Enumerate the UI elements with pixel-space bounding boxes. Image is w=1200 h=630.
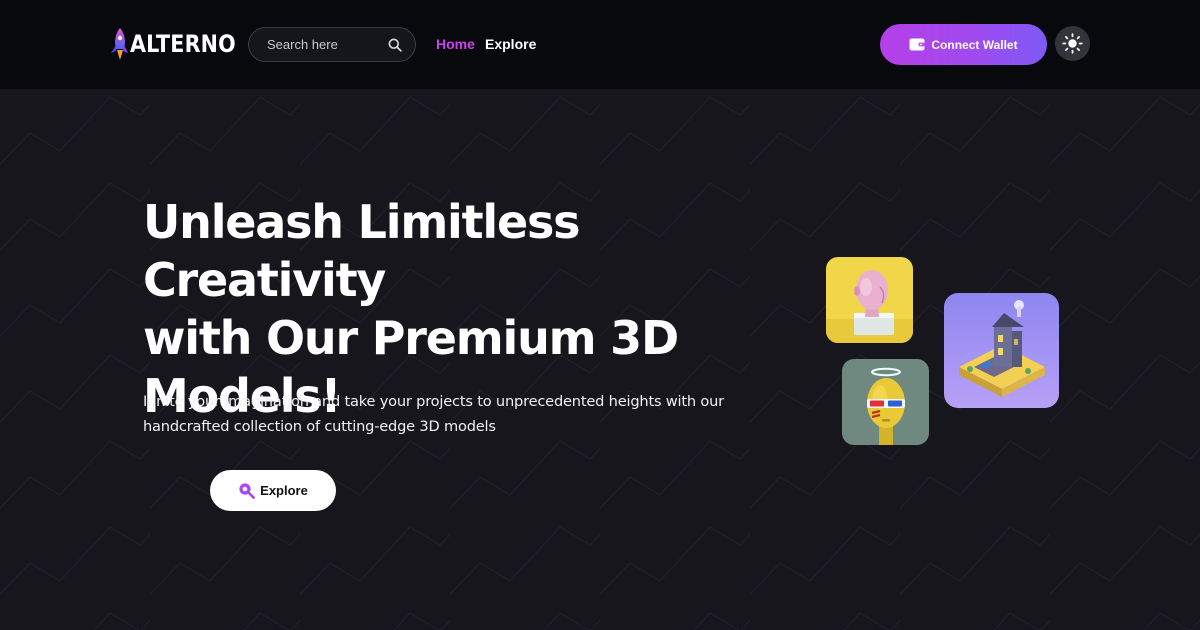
brand-logo[interactable]: ALTERNO — [110, 26, 253, 62]
connect-wallet-label: Connect Wallet — [931, 37, 1018, 52]
hero-subtitle: Ignite your imagination and take your pr… — [143, 389, 733, 439]
theme-toggle-button[interactable] — [1055, 26, 1090, 61]
model-card-robot[interactable] — [842, 359, 929, 445]
search-box[interactable] — [248, 27, 416, 62]
rocket-logo-icon — [111, 28, 128, 60]
isometric-tower-image — [944, 293, 1059, 408]
brand-name: ALTERNO — [130, 30, 236, 58]
robot-head-image — [842, 359, 929, 445]
model-card-tower[interactable] — [944, 293, 1059, 408]
explore-search-icon — [239, 483, 256, 499]
hero-title-line: with Our Premium 3D — [143, 311, 679, 365]
hero-subtitle-line: handcrafted collection of cutting-edge 3… — [143, 418, 496, 435]
hero-section: Unleash Limitless Creativity with Our Pr… — [0, 89, 1200, 630]
explore-button-label: Explore — [260, 483, 308, 498]
connect-wallet-button[interactable]: Connect Wallet — [880, 24, 1047, 65]
nav-home-link[interactable]: Home — [436, 36, 475, 52]
wallet-icon — [909, 38, 926, 51]
search-icon[interactable] — [388, 38, 402, 52]
explore-button[interactable]: Explore — [210, 470, 336, 511]
hero-title-line: Unleash Limitless Creativity — [143, 195, 581, 307]
hero-subtitle-line: Ignite your imagination and take your pr… — [143, 393, 724, 410]
search-input[interactable] — [267, 37, 388, 52]
sun-icon — [1062, 33, 1083, 54]
site-header: ALTERNO Home Explore Connect Wallet — [0, 0, 1200, 89]
nav-explore-link[interactable]: Explore — [485, 36, 536, 52]
model-card-head[interactable] — [826, 257, 913, 343]
head-sculpture-image — [826, 257, 913, 343]
